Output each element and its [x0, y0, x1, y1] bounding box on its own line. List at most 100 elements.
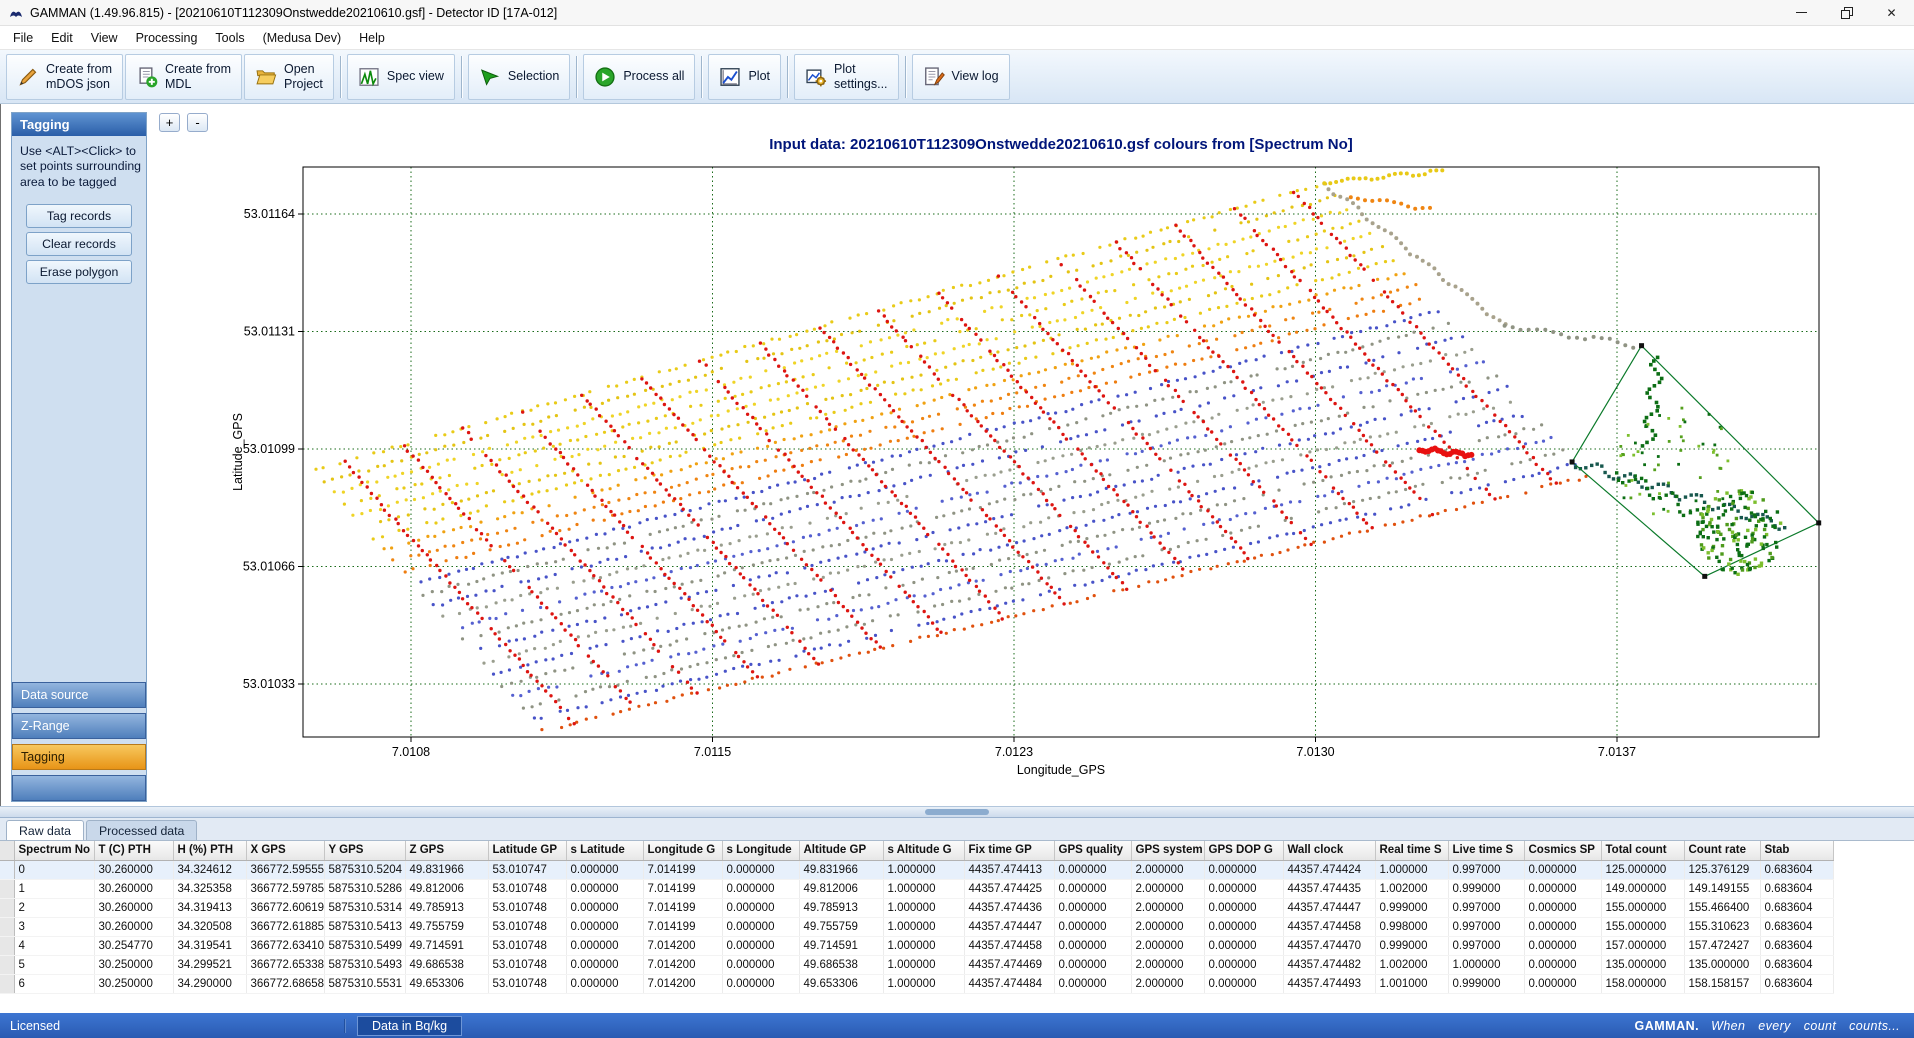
menu-item-view[interactable]: View — [82, 28, 127, 48]
table-cell: 49.755759 — [799, 917, 883, 936]
scatter-plot[interactable]: 7.01087.01157.01237.01307.013753.0103353… — [150, 104, 1914, 806]
table-cell: 0.000000 — [566, 936, 643, 955]
accordion-strip[interactable] — [12, 775, 146, 801]
table-row[interactable]: 130.26000034.325358366772.597855875310.5… — [0, 879, 1833, 898]
column-header-total-count[interactable]: Total count — [1601, 841, 1684, 860]
row-selector[interactable] — [0, 974, 14, 993]
table-cell: 0.000000 — [722, 955, 799, 974]
process-all-button[interactable]: Process all — [583, 54, 695, 100]
create-from-mdl-button[interactable]: Create from MDL — [125, 54, 242, 100]
table-cell: 49.812006 — [405, 879, 488, 898]
table-row[interactable]: 030.26000034.324612366772.595555875310.5… — [0, 860, 1833, 879]
menu-item-edit[interactable]: Edit — [42, 28, 82, 48]
menu-item-help[interactable]: Help — [350, 28, 394, 48]
zoom-in-button[interactable]: + — [159, 113, 180, 132]
column-header-altitude-gp[interactable]: Altitude GP — [799, 841, 883, 860]
table-row[interactable]: 530.25000034.299521366772.653385875310.5… — [0, 955, 1833, 974]
table-cell: 0.000000 — [1524, 879, 1601, 898]
table-cell: 49.686538 — [799, 955, 883, 974]
close-button[interactable]: ✕ — [1869, 0, 1914, 25]
column-header-wall-clock[interactable]: Wall clock — [1283, 841, 1375, 860]
column-header-cosmics-sp[interactable]: Cosmics SP — [1524, 841, 1601, 860]
row-selector[interactable] — [0, 898, 14, 917]
row-selector[interactable] — [0, 955, 14, 974]
row-selector[interactable] — [0, 879, 14, 898]
tab-raw-data[interactable]: Raw data — [6, 820, 84, 840]
accordion-item-tagging[interactable]: Tagging — [12, 744, 146, 770]
plot-settings-button[interactable]: Plot settings... — [794, 54, 899, 100]
column-header-s-altitude-g[interactable]: s Altitude G — [883, 841, 964, 860]
table-cell: 30.260000 — [94, 860, 173, 879]
table-cell: 53.010748 — [488, 936, 566, 955]
column-header-x-gps[interactable]: X GPS — [246, 841, 324, 860]
zoom-out-button[interactable]: - — [187, 113, 208, 132]
column-header-latitude-gp[interactable]: Latitude GP — [488, 841, 566, 860]
column-header-stab[interactable]: Stab — [1760, 841, 1833, 860]
column-header-live-time-s[interactable]: Live time S — [1448, 841, 1524, 860]
selection-button[interactable]: Selection — [468, 54, 570, 100]
table-row[interactable]: 430.25477034.319541366772.634105875310.5… — [0, 936, 1833, 955]
column-header-y-gps[interactable]: Y GPS — [324, 841, 405, 860]
toolbar-separator — [701, 56, 702, 98]
column-header-real-time-s[interactable]: Real time S — [1375, 841, 1448, 860]
table-cell: 366772.60619 — [246, 898, 324, 917]
row-selector[interactable] — [0, 936, 14, 955]
menu-item-file[interactable]: File — [4, 28, 42, 48]
column-header-gps-dop-g[interactable]: GPS DOP G — [1204, 841, 1283, 860]
table-cell: 5875310.5286 — [324, 879, 405, 898]
spec-view-button[interactable]: Spec view — [347, 54, 455, 100]
accordion-item-z-range[interactable]: Z-Range — [12, 713, 146, 739]
table-cell: 1.001000 — [1375, 974, 1448, 993]
column-header-longitude-g[interactable]: Longitude G — [643, 841, 722, 860]
menu-item-tools[interactable]: Tools — [206, 28, 253, 48]
table-cell: 0.000000 — [1054, 974, 1131, 993]
table-cell: 4 — [14, 936, 94, 955]
minimize-button[interactable] — [1779, 0, 1824, 25]
column-header-spectrum-no[interactable]: Spectrum No — [14, 841, 94, 860]
create-from-mdl-label: Create from MDL — [165, 62, 231, 92]
table-cell: 366772.65338 — [246, 955, 324, 974]
column-header-gps-system[interactable]: GPS system — [1131, 841, 1204, 860]
tab-processed-data[interactable]: Processed data — [86, 820, 197, 840]
plot-label: Plot — [748, 69, 770, 84]
menu-item-medusa-dev[interactable]: (Medusa Dev) — [254, 28, 351, 48]
data-panel: Raw dataProcessed data Spectrum NoT (C) … — [0, 818, 1914, 1013]
table-row[interactable]: 330.26000034.320508366772.618855875310.5… — [0, 917, 1833, 936]
table-cell: 2.000000 — [1131, 974, 1204, 993]
column-header-s-longitude[interactable]: s Longitude — [722, 841, 799, 860]
table-cell: 155.310623 — [1684, 917, 1760, 936]
create-from-mdos-json-button[interactable]: Create from mDOS json — [6, 54, 123, 100]
table-row[interactable]: 230.26000034.319413366772.606195875310.5… — [0, 898, 1833, 917]
menu-item-processing[interactable]: Processing — [127, 28, 207, 48]
row-selector[interactable] — [0, 860, 14, 879]
tag-records-button[interactable]: Tag records — [26, 204, 132, 228]
select-all-corner[interactable] — [0, 841, 14, 860]
svg-text:53.01131: 53.01131 — [244, 325, 295, 339]
tagging-buttons: Tag records Clear records Erase polygon — [12, 200, 146, 288]
column-header-t-c-pth[interactable]: T (C) PTH — [94, 841, 173, 860]
table-cell: 30.260000 — [94, 879, 173, 898]
row-selector[interactable] — [0, 917, 14, 936]
splitter[interactable] — [0, 806, 1914, 818]
erase-polygon-button[interactable]: Erase polygon — [26, 260, 132, 284]
column-header-gps-quality[interactable]: GPS quality — [1054, 841, 1131, 860]
column-header-s-latitude[interactable]: s Latitude — [566, 841, 643, 860]
table-cell: 44357.474458 — [964, 936, 1054, 955]
column-header-fix-time-gp[interactable]: Fix time GP — [964, 841, 1054, 860]
clear-records-button[interactable]: Clear records — [26, 232, 132, 256]
table-cell: 49.686538 — [405, 955, 488, 974]
page-plus-icon — [136, 66, 158, 88]
column-header-z-gps[interactable]: Z GPS — [405, 841, 488, 860]
plot-button[interactable]: Plot — [708, 54, 781, 100]
view-log-button[interactable]: View log — [912, 54, 1010, 100]
table-cell: 135.000000 — [1601, 955, 1684, 974]
column-header-h-pth[interactable]: H (%) PTH — [173, 841, 246, 860]
table-cell: 53.010748 — [488, 917, 566, 936]
column-header-count-rate[interactable]: Count rate — [1684, 841, 1760, 860]
restore-button[interactable] — [1824, 0, 1869, 25]
accordion-item-data-source[interactable]: Data source — [12, 682, 146, 708]
table-cell: 5875310.5413 — [324, 917, 405, 936]
table-row[interactable]: 630.25000034.290000366772.686585875310.5… — [0, 974, 1833, 993]
open-project-button[interactable]: Open Project — [244, 54, 334, 100]
table-cell: 155.000000 — [1601, 898, 1684, 917]
